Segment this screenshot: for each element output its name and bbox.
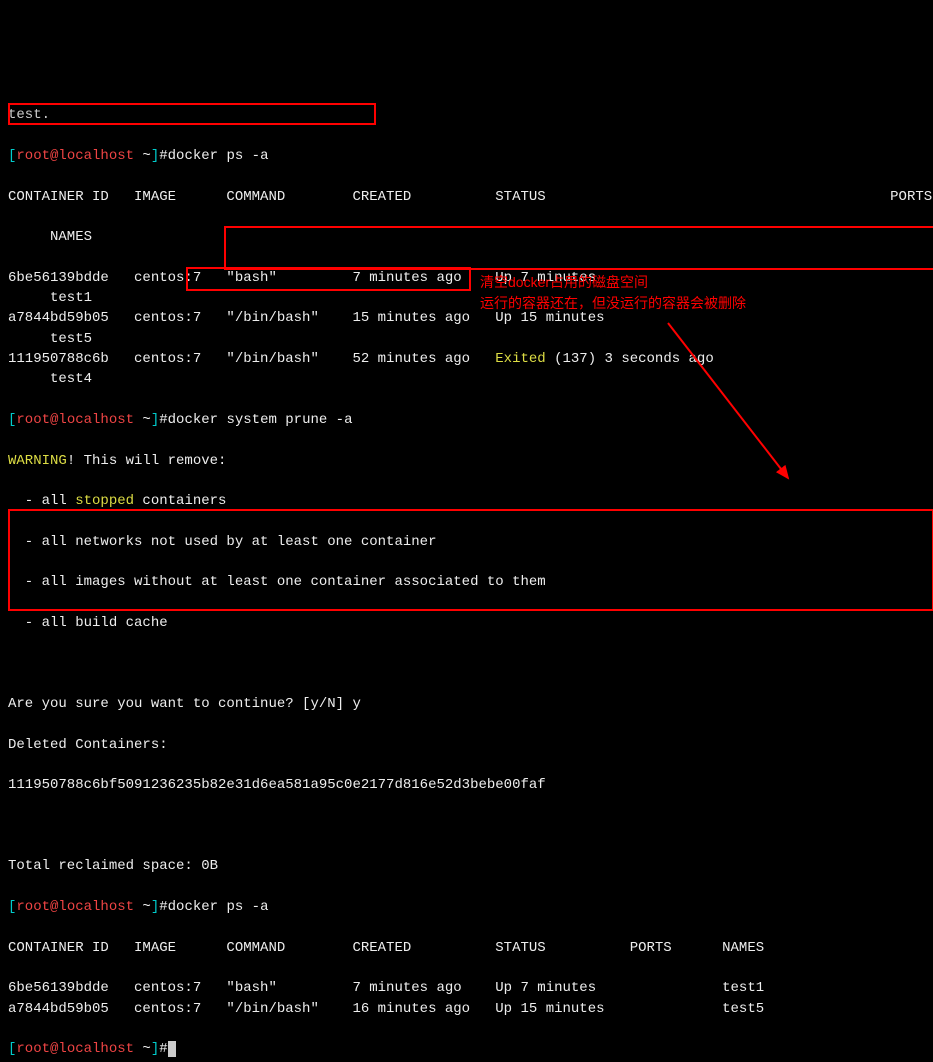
prompt-bracket: ] (151, 148, 159, 164)
terminal[interactable]: test. [root@localhost ~]#docker ps -a CO… (8, 85, 925, 1062)
warning-line: WARNING! This will remove: (8, 451, 925, 471)
table-row: 111950788c6b centos:7 "/bin/bash" 52 min… (8, 349, 925, 369)
prompt-line-4[interactable]: [root@localhost ~]# (8, 1039, 925, 1059)
cursor-icon (168, 1041, 176, 1057)
prev-line: test. (8, 105, 925, 125)
highlight-box-result (8, 509, 933, 611)
annotation-text: 清空docker占用的磁盘空间 运行的容器还在，但没运行的容器会被删除 (480, 272, 900, 314)
prompt-hash: # (159, 148, 167, 164)
table-row-name: test5 (8, 329, 925, 349)
blank (8, 654, 925, 674)
prompt-path: ~ (134, 148, 151, 164)
table-row: a7844bd59b05 centos:7 "/bin/bash" 16 min… (8, 999, 925, 1019)
prune-item: - all build cache (8, 613, 925, 633)
prune-item: - all networks not used by at least one … (8, 532, 925, 552)
prune-item: - all images without at least one contai… (8, 572, 925, 592)
table-row: 6be56139bdde centos:7 "bash" 7 minutes a… (8, 978, 925, 998)
reclaimed-line: Total reclaimed space: 0B (8, 856, 925, 876)
prune-item: - all stopped containers (8, 491, 925, 511)
prompt-line-3: [root@localhost ~]#docker ps -a (8, 897, 925, 917)
command-2: docker system prune -a (168, 412, 353, 428)
ps-header-1: CONTAINER ID IMAGE COMMAND CREATED STATU… (8, 187, 925, 207)
prompt-line-2: [root@localhost ~]#docker system prune -… (8, 410, 925, 430)
warning-label: WARNING (8, 453, 67, 469)
deleted-label: Deleted Containers: (8, 735, 925, 755)
prompt-line-1: [root@localhost ~]#docker ps -a (8, 146, 925, 166)
confirm-line: Are you sure you want to continue? [y/N]… (8, 694, 925, 714)
prompt-user: root@localhost (16, 148, 134, 164)
blank (8, 816, 925, 836)
ps-header-2: CONTAINER ID IMAGE COMMAND CREATED STATU… (8, 938, 925, 958)
command-3: docker ps -a (168, 899, 269, 915)
ps-header-1-names: NAMES (8, 227, 925, 247)
command-1: docker ps -a (168, 148, 269, 164)
deleted-id: 111950788c6bf5091236235b82e31d6ea581a95c… (8, 775, 925, 795)
table-row-name: test4 (8, 369, 925, 389)
